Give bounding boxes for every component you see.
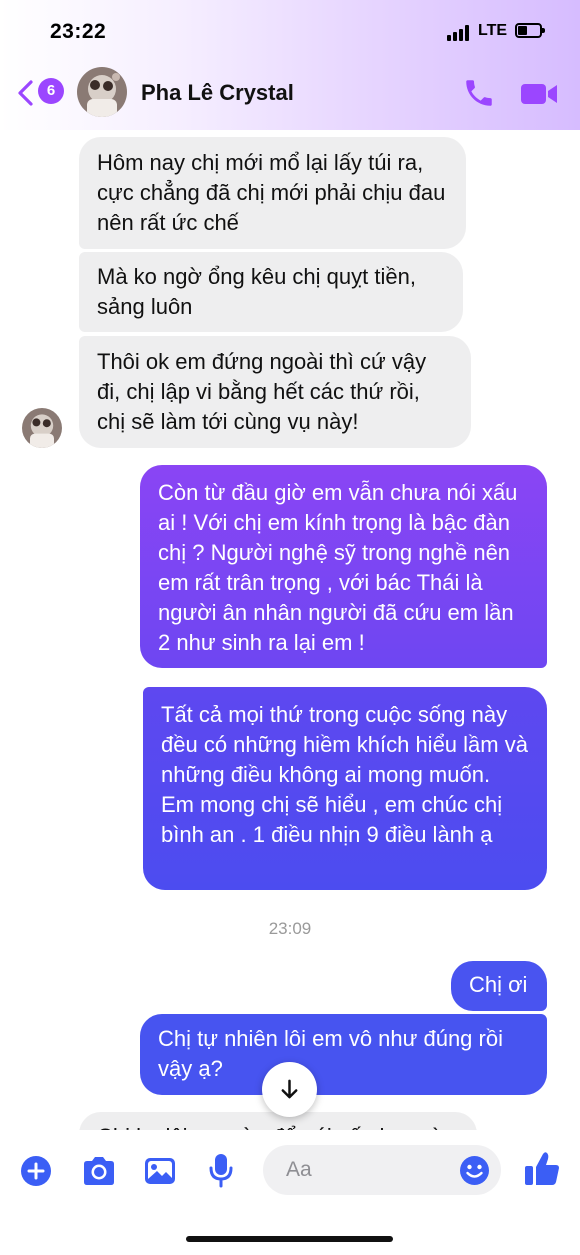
message-bubble-incoming[interactable]: Thôi ok em đứng ngoài thì cứ vậy đi, chị… bbox=[79, 336, 471, 448]
status-bar: 23:22 LTE bbox=[0, 0, 580, 62]
message-input[interactable]: Aa bbox=[263, 1145, 501, 1195]
message-bubble-outgoing[interactable]: Còn từ đầu giờ em vẫn chưa nói xấu ai ! … bbox=[140, 465, 547, 668]
audio-call-button[interactable] bbox=[462, 76, 496, 110]
thumbs-up-icon bbox=[525, 1152, 559, 1185]
gallery-button[interactable] bbox=[143, 1155, 177, 1187]
message-bubble-incoming[interactable]: Mà ko ngờ ổng kêu chị quỵt tiền, sảng lu… bbox=[79, 252, 463, 332]
message-bubble-outgoing[interactable]: Chị ơi bbox=[451, 961, 547, 1011]
message-bubble-incoming[interactable]: Hôm nay chị mới mổ lại lấy túi ra, cực c… bbox=[79, 137, 466, 249]
status-time: 23:22 bbox=[50, 20, 107, 43]
microphone-icon bbox=[209, 1154, 233, 1188]
phone-icon bbox=[466, 80, 492, 106]
signal-icon bbox=[447, 25, 473, 41]
message-bubble-outgoing[interactable]: Chị tự nhiên lôi em vô như đúng rồi vậy … bbox=[140, 1014, 547, 1095]
sender-avatar bbox=[22, 408, 62, 448]
scroll-to-bottom-button[interactable] bbox=[262, 1062, 317, 1117]
video-camera-icon bbox=[521, 84, 557, 104]
plus-icon bbox=[21, 1156, 51, 1186]
video-call-button[interactable] bbox=[519, 78, 559, 110]
camera-button[interactable] bbox=[81, 1155, 117, 1187]
voice-button[interactable] bbox=[207, 1152, 235, 1188]
camera-icon bbox=[84, 1157, 114, 1185]
arrow-down-icon bbox=[281, 1079, 298, 1099]
contact-avatar[interactable] bbox=[77, 67, 127, 117]
message-input-placeholder: Aa bbox=[286, 1158, 312, 1181]
back-chevron-icon bbox=[18, 80, 33, 106]
unread-badge: 6 bbox=[38, 78, 64, 104]
home-indicator bbox=[186, 1236, 393, 1242]
message-timestamp: 23:09 bbox=[268, 919, 312, 938]
message-bubble-outgoing[interactable]: Tất cả mọi thứ trong cuộc sống này đều c… bbox=[143, 687, 547, 890]
network-label: LTE bbox=[478, 22, 508, 39]
battery-icon bbox=[515, 23, 545, 38]
emoji-button[interactable] bbox=[459, 1155, 490, 1186]
like-button[interactable] bbox=[523, 1150, 561, 1188]
emoji-icon bbox=[460, 1156, 489, 1185]
contact-name[interactable]: Pha Lê Crystal bbox=[141, 80, 294, 106]
back-button[interactable]: 6 bbox=[16, 76, 66, 110]
plus-button[interactable] bbox=[20, 1155, 52, 1187]
image-icon bbox=[145, 1158, 175, 1184]
